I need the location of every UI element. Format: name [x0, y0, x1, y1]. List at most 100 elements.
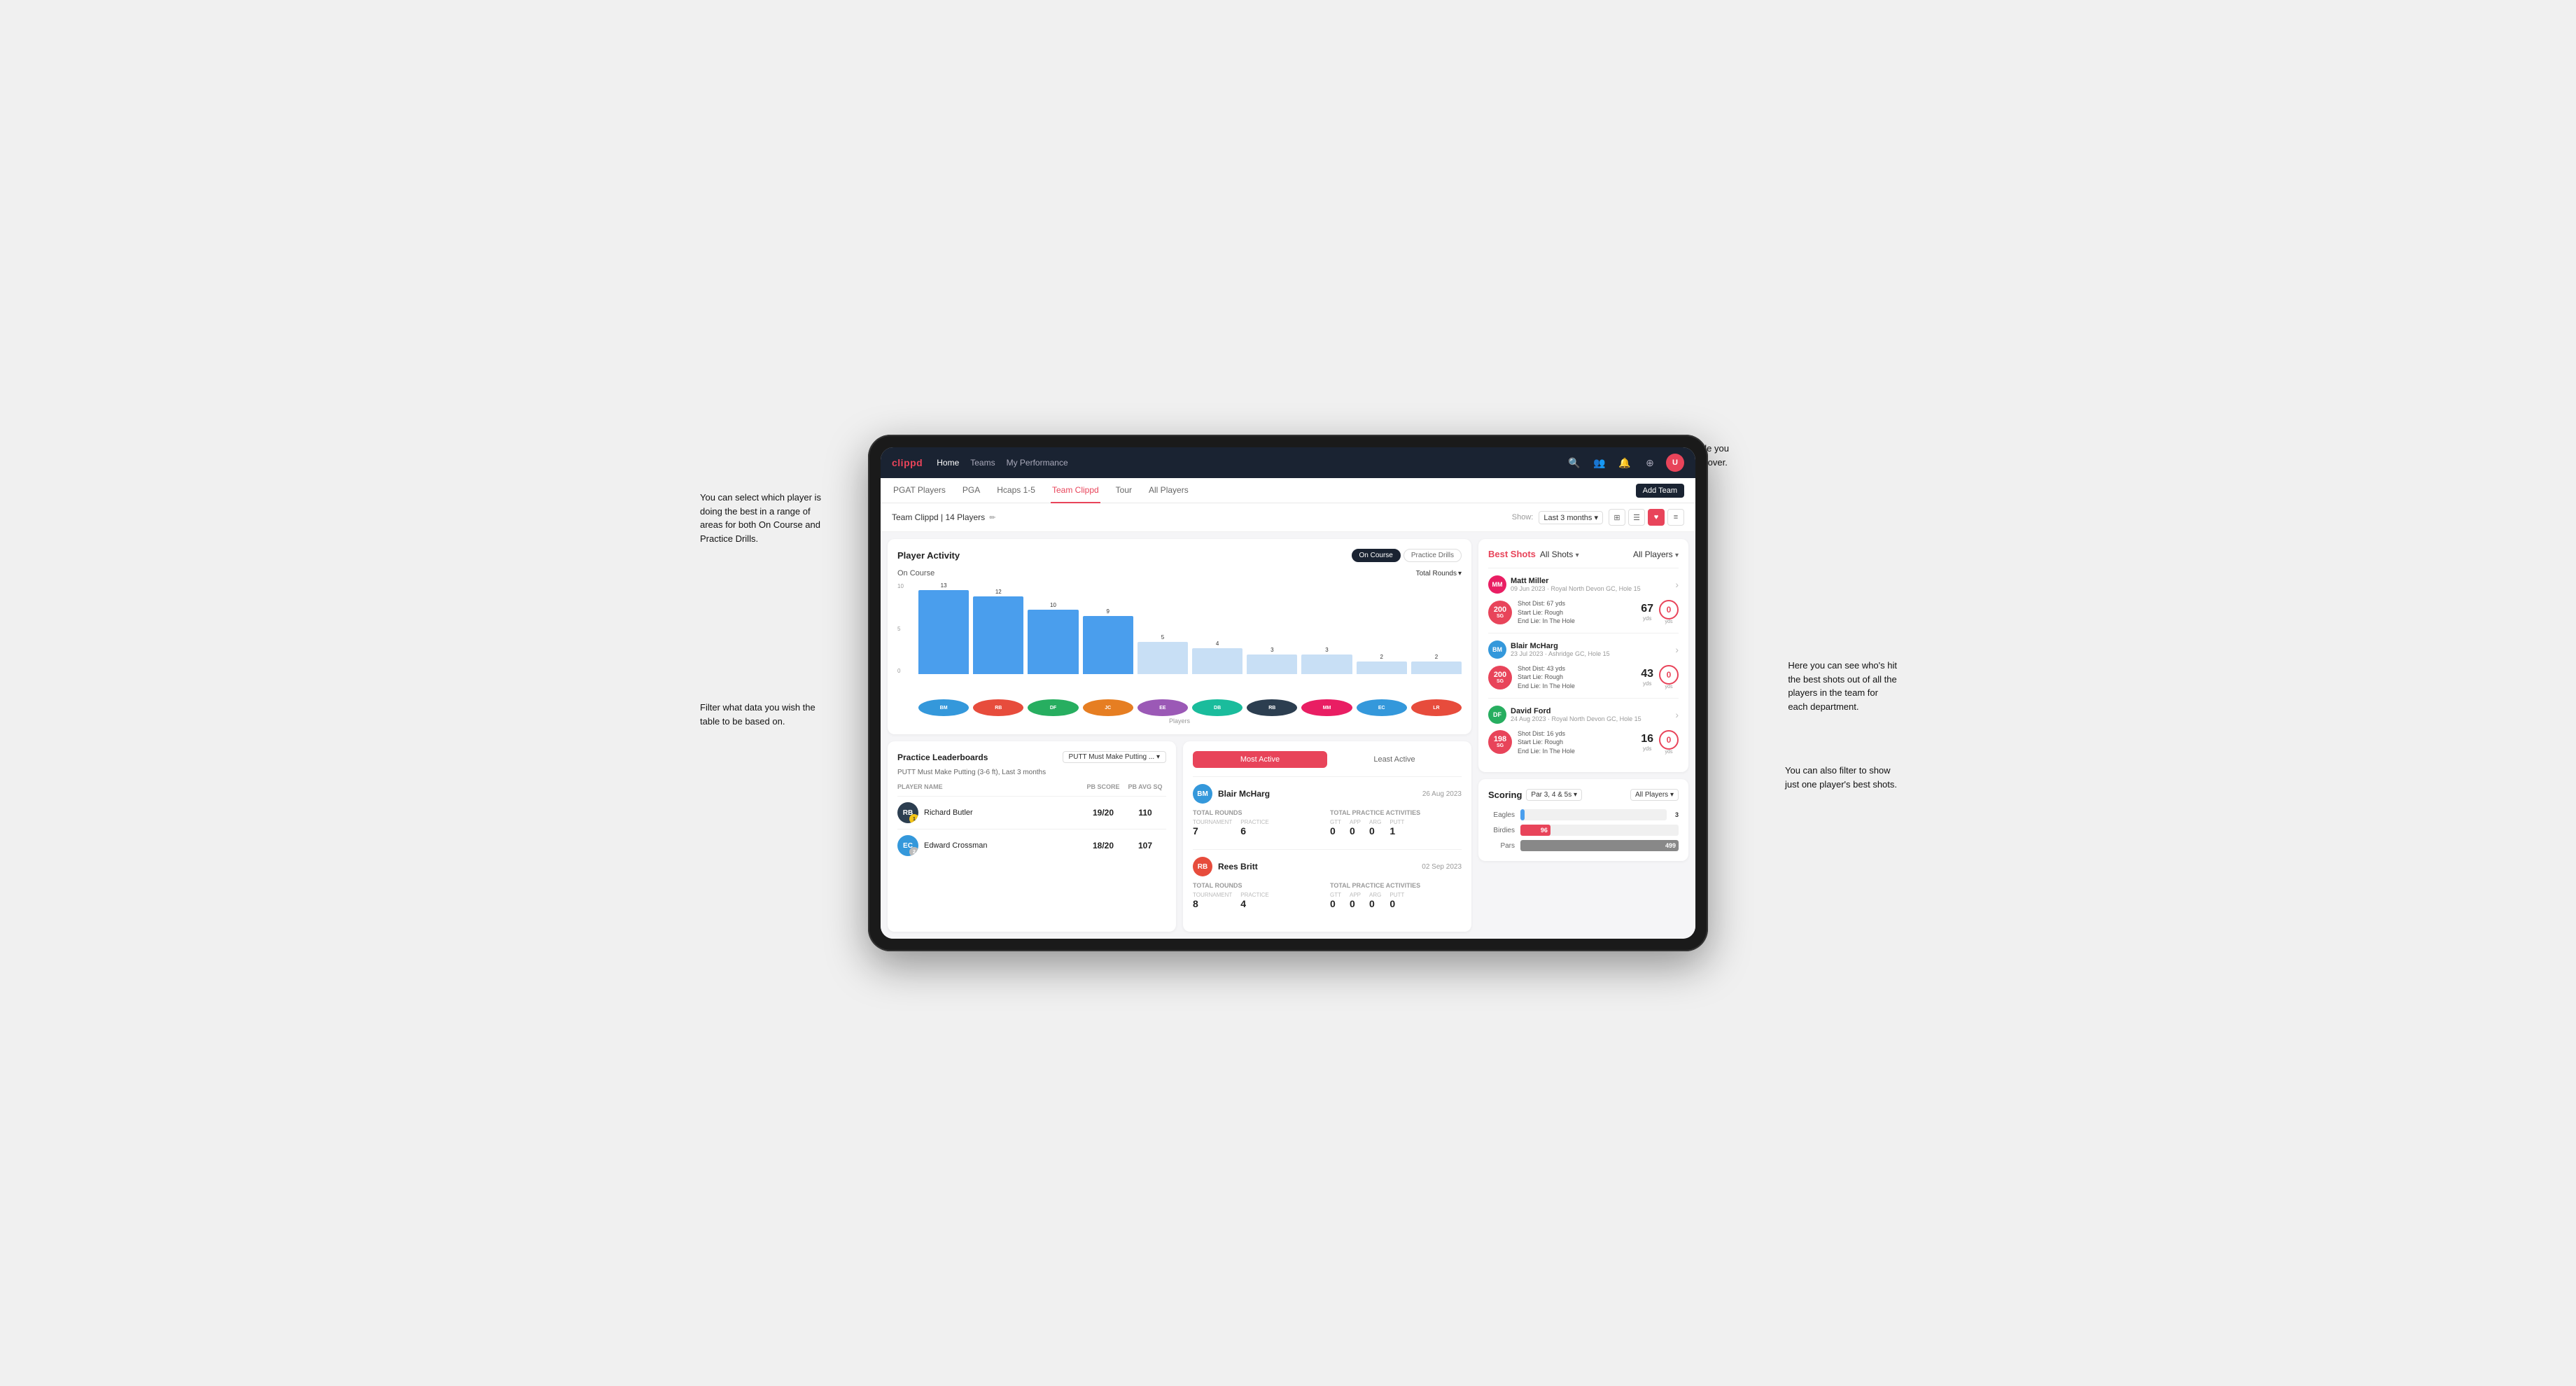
bar-value-7: 3	[1325, 647, 1328, 653]
shot-stat-yds-3: 16 yds	[1641, 733, 1653, 752]
period-select[interactable]: Last 3 months ▾	[1539, 511, 1603, 524]
leaderboard-subtitle: PUTT Must Make Putting (3-6 ft), Last 3 …	[897, 769, 1166, 776]
shot-stat-zero-1: 0	[1659, 600, 1679, 620]
subnav-team-clippd[interactable]: Team Clippd	[1051, 478, 1100, 503]
total-rounds-label-1: Total Rounds	[1193, 809, 1324, 816]
bar-9[interactable]	[1411, 662, 1462, 674]
scoring-all-players-select[interactable]: All Players ▾	[1630, 789, 1679, 801]
shot-avatar-3: DF	[1488, 706, 1506, 724]
shot-item-3: DF David Ford 24 Aug 2023 · Royal North …	[1488, 698, 1679, 763]
chart-dropdown[interactable]: Total Rounds ▾	[1416, 570, 1462, 578]
leaderboard-row-1: RB 1 Richard Butler 19/20 110	[897, 796, 1166, 829]
player-avatar-1[interactable]: RB	[973, 699, 1023, 716]
bar-group-2: 10	[1028, 602, 1078, 674]
annotation-player-select: You can select which player is doing the…	[700, 491, 821, 545]
subnav-pgat[interactable]: PGAT Players	[892, 478, 947, 503]
least-active-tab[interactable]: Least Active	[1327, 751, 1462, 768]
bar-group-9: 2	[1411, 654, 1462, 674]
subnav-tour[interactable]: Tour	[1114, 478, 1133, 503]
pb-score-crossman: 18/20	[1082, 841, 1124, 850]
leaderboard-select[interactable]: PUTT Must Make Putting ... ▾	[1063, 751, 1166, 763]
shot-stat-yds-1: 67 yds	[1641, 603, 1653, 622]
shot-score-badge-1: 200 SG	[1488, 601, 1512, 624]
player-thumb-crossman: EC 2	[897, 835, 918, 856]
add-team-button[interactable]: Add Team	[1636, 484, 1684, 498]
scoring-par-select[interactable]: Par 3, 4 & 5s ▾	[1526, 789, 1582, 801]
on-course-pill[interactable]: On Course	[1352, 549, 1401, 562]
nav-performance[interactable]: My Performance	[1007, 455, 1068, 470]
player-info-butler: RB 1 Richard Butler	[897, 802, 1082, 823]
player-avatar-6[interactable]: RB	[1247, 699, 1297, 716]
shot-stat-zero-3: 0	[1659, 730, 1679, 750]
player-avatar-9[interactable]: LR	[1411, 699, 1462, 716]
active-date-2: 02 Sep 2023	[1422, 863, 1462, 871]
view-card-btn[interactable]: ☰	[1628, 509, 1645, 526]
active-tabs: Most Active Least Active	[1193, 751, 1462, 768]
y-axis: 0 5 10	[897, 583, 904, 674]
player-avatar-3[interactable]: JC	[1083, 699, 1133, 716]
bar-4[interactable]	[1138, 642, 1188, 674]
bar-3[interactable]	[1083, 616, 1133, 674]
bar-0[interactable]	[918, 590, 969, 674]
bar-chart-container: 0 5 10 13 12 10 9 5 4	[897, 583, 1462, 695]
player-avatar-2[interactable]: DF	[1028, 699, 1078, 716]
view-list-btn[interactable]: ≡	[1667, 509, 1684, 526]
bar-2[interactable]	[1028, 610, 1078, 674]
team-header: Team Clippd | 14 Players ✏ Show: Last 3 …	[881, 503, 1695, 532]
bell-icon[interactable]: 🔔	[1616, 454, 1634, 472]
bar-group-3: 9	[1083, 608, 1133, 674]
left-panel: Player Activity On Course Practice Drill…	[888, 539, 1471, 932]
people-icon[interactable]: 👥	[1590, 454, 1609, 472]
bar-7[interactable]	[1301, 654, 1352, 674]
view-grid-btn[interactable]: ⊞	[1609, 509, 1625, 526]
practice-drills-pill[interactable]: Practice Drills	[1404, 549, 1462, 562]
shot-meta-3: 24 Aug 2023 · Royal North Devon GC, Hole…	[1511, 715, 1642, 722]
nav-teams[interactable]: Teams	[970, 455, 995, 470]
view-heart-btn[interactable]: ♥	[1648, 509, 1665, 526]
tablet-frame: clippd Home Teams My Performance 🔍 👥 🔔 ⊕…	[868, 435, 1708, 951]
all-shots-filter[interactable]: All Shots ▾	[1540, 550, 1579, 559]
y-label-0: 0	[897, 668, 904, 674]
right-panel: Best Shots All Shots ▾ All Players ▾	[1478, 539, 1688, 932]
player-avatar-0[interactable]: BM	[918, 699, 969, 716]
scoring-bar-fill-0	[1520, 809, 1525, 820]
most-active-tab[interactable]: Most Active	[1193, 751, 1327, 768]
scoring-bar-track-1: 96	[1520, 825, 1679, 836]
subnav-hcaps[interactable]: Hcaps 1-5	[995, 478, 1037, 503]
bar-1[interactable]	[973, 596, 1023, 674]
chevron-right-icon-3[interactable]: ›	[1675, 709, 1679, 720]
scoring-bar-row-2: Pars 499	[1488, 840, 1679, 851]
scoring-bar-fill-2: 499	[1520, 840, 1679, 851]
player-avatar-4[interactable]: EE	[1138, 699, 1188, 716]
pb-avgsq-crossman: 107	[1124, 841, 1166, 850]
player-avatar-8[interactable]: EC	[1357, 699, 1407, 716]
user-avatar[interactable]: U	[1666, 454, 1684, 472]
shot-item-header-3: DF David Ford 24 Aug 2023 · Royal North …	[1488, 706, 1679, 724]
bar-8[interactable]	[1357, 662, 1407, 674]
shot-score-badge-2: 200 SG	[1488, 666, 1512, 690]
chevron-right-icon-2[interactable]: ›	[1675, 644, 1679, 655]
subnav-all-players[interactable]: All Players	[1147, 478, 1190, 503]
player-avatar-7[interactable]: MM	[1301, 699, 1352, 716]
y-label-10: 10	[897, 583, 904, 589]
practice-val-1: 6	[1240, 825, 1268, 836]
subnav-pga[interactable]: PGA	[961, 478, 981, 503]
chevron-right-icon-1[interactable]: ›	[1675, 579, 1679, 590]
bar-6[interactable]	[1247, 654, 1297, 674]
active-avatar-2: RB	[1193, 857, 1212, 876]
pb-avgsq-butler: 110	[1124, 808, 1166, 818]
search-icon[interactable]: 🔍	[1565, 454, 1583, 472]
shot-player-info-3: David Ford 24 Aug 2023 · Royal North Dev…	[1511, 707, 1642, 722]
nav-home[interactable]: Home	[937, 455, 959, 470]
bar-value-4: 5	[1161, 634, 1164, 640]
bar-5[interactable]	[1192, 648, 1242, 674]
plus-circle-icon[interactable]: ⊕	[1641, 454, 1659, 472]
all-players-filter[interactable]: All Players ▾	[1633, 550, 1679, 559]
bar-chart: 13 12 10 9 5 4 3 3 2 2	[897, 583, 1462, 674]
edit-icon[interactable]: ✏	[989, 513, 995, 522]
player-avatar-5[interactable]: DB	[1192, 699, 1242, 716]
activity-stats-1: Total Rounds Tournament 7 Practice	[1193, 809, 1462, 836]
show-label: Show:	[1512, 513, 1534, 522]
shot-player-info-2: Blair McHarg 23 Jul 2023 · Ashridge GC, …	[1511, 642, 1610, 657]
bar-group-7: 3	[1301, 647, 1352, 674]
